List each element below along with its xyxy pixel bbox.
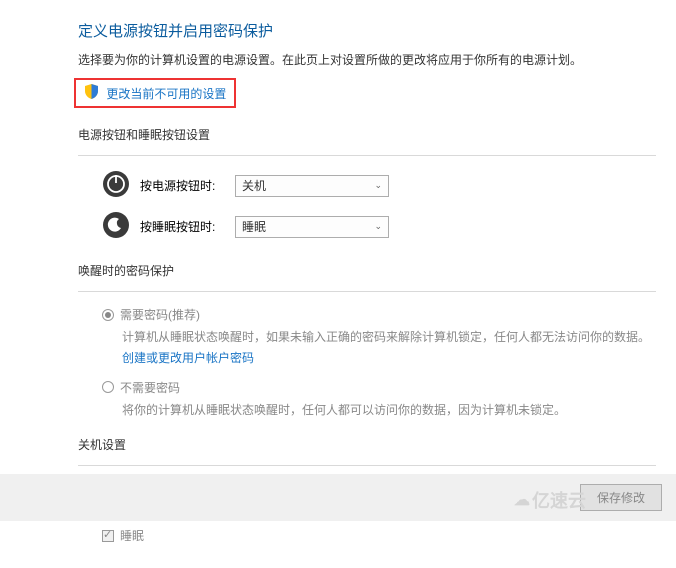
no-password-desc: 将你的计算机从睡眠状态唤醒时，任何人都可以访问你的数据，因为计算机未锁定。	[122, 400, 656, 420]
save-button: 保存修改	[580, 484, 662, 511]
chevron-down-icon: ⌄	[374, 180, 382, 191]
section-shutdown-label: 关机设置	[78, 436, 656, 453]
sleep-checkbox-label: 睡眠	[120, 527, 144, 544]
radio-require-password-label: 需要密码(推荐)	[120, 306, 200, 323]
divider	[78, 465, 656, 466]
require-password-desc: 计算机从睡眠状态唤醒时，如果未输入正确的密码来解除计算机锁定，任何人都无法访问你…	[122, 327, 656, 368]
create-password-link[interactable]: 创建或更改用户帐户密码	[122, 348, 254, 368]
sleep-button-dropdown[interactable]: 睡眠 ⌄	[235, 216, 389, 238]
cloud-icon: ☁	[514, 490, 530, 510]
sleep-icon	[102, 211, 130, 242]
power-button-label: 按电源按钮时:	[140, 177, 235, 194]
sleep-button-value: 睡眠	[242, 218, 266, 235]
shield-icon	[84, 84, 99, 102]
radio-icon	[102, 309, 114, 321]
power-button-value: 关机	[242, 177, 266, 194]
section-password-label: 唤醒时的密码保护	[78, 262, 656, 279]
radio-icon	[102, 381, 114, 393]
chevron-down-icon: ⌄	[374, 221, 382, 232]
divider	[78, 155, 656, 156]
radio-no-password: 不需要密码	[102, 379, 656, 396]
checkbox-icon	[102, 530, 114, 542]
checkbox-sleep: 睡眠	[102, 527, 656, 544]
watermark: ☁ 亿速云	[514, 487, 586, 513]
section-buttons-label: 电源按钮和睡眠按钮设置	[78, 126, 656, 143]
radio-no-password-label: 不需要密码	[120, 379, 180, 396]
power-icon	[102, 170, 130, 201]
sleep-button-label: 按睡眠按钮时:	[140, 218, 235, 235]
page-description: 选择要为你的计算机设置的电源设置。在此页上对设置所做的更改将应用于你所有的电源计…	[78, 51, 656, 70]
divider	[78, 291, 656, 292]
change-settings-link[interactable]: 更改当前不可用的设置	[106, 85, 226, 102]
page-title: 定义电源按钮并启用密码保护	[78, 20, 656, 41]
highlight-box: 更改当前不可用的设置	[74, 78, 236, 108]
power-button-dropdown[interactable]: 关机 ⌄	[235, 175, 389, 197]
radio-require-password: 需要密码(推荐)	[102, 306, 656, 323]
